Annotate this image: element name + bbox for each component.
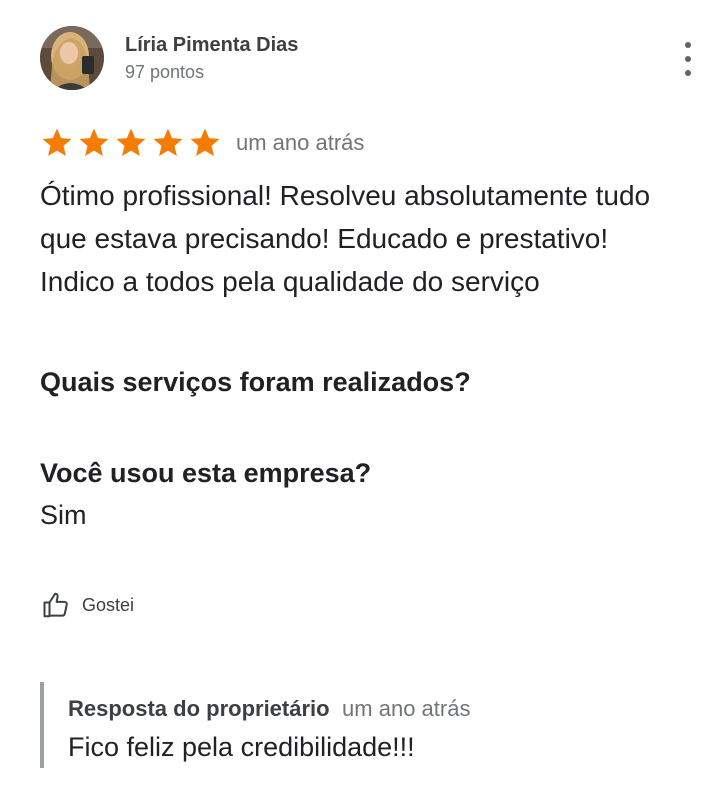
star-icon [42,128,72,157]
used-company-answer: Sim [40,500,87,530]
avatar[interactable] [40,26,104,90]
author-name[interactable]: Líria Pimenta Dias [125,34,298,57]
more-vert-icon [685,42,691,48]
review-time: um ano atrás [236,130,365,155]
star-icon [153,128,183,157]
review-card: Líria Pimenta Dias 97 pontos um ano atrá… [0,0,720,812]
owner-reply: Resposta do proprietário um ano atrás Fi… [40,682,680,768]
author-points: 97 pontos [125,62,205,82]
owner-reply-time: um ano atrás [342,696,471,721]
owner-reply-text: Fico feliz pela credibilidade!!! [68,732,415,762]
owner-reply-header: Resposta do proprietário um ano atrás [68,696,470,722]
services-question: Quais serviços foram realizados? [40,367,471,397]
avatar-photo [40,26,104,90]
used-company-question: Você usou esta empresa? [40,458,372,488]
like-label: Gostei [82,594,135,615]
thumb-up-icon [43,592,68,618]
rating-row: um ano atrás [40,124,364,162]
review-header: Líria Pimenta Dias 97 pontos [40,26,700,92]
review-text: Ótimo profissional! Resolveu absolutamen… [40,180,651,297]
more-options-button[interactable] [682,42,694,76]
star-icon [190,128,220,157]
like-button[interactable]: Gostei [42,588,134,622]
star-rating [40,126,222,160]
star-icon [79,128,109,157]
star-icon [116,128,146,157]
owner-reply-title: Resposta do proprietário [68,696,330,721]
